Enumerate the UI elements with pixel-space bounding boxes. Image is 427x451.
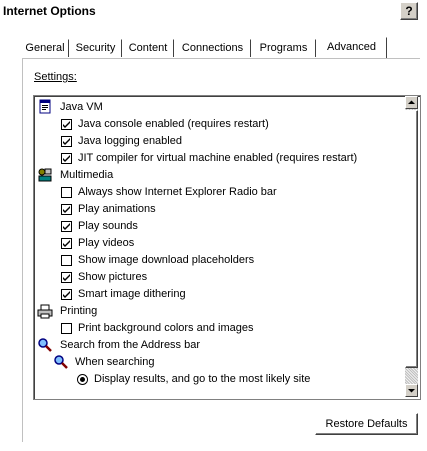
help-button[interactable]: ?: [400, 2, 418, 20]
tab-content[interactable]: Content: [122, 39, 174, 57]
option-label: Show image download placeholders: [78, 254, 255, 266]
checkbox-checked[interactable]: [61, 153, 72, 164]
category-label: Printing: [60, 305, 98, 317]
option-label: Print background colors and images: [78, 322, 254, 334]
vertical-scrollbar[interactable]: [405, 96, 418, 397]
category-label: Multimedia: [60, 169, 114, 181]
option-label: Java console enabled (requires restart): [78, 118, 269, 130]
tab-advanced[interactable]: Advanced: [316, 37, 387, 58]
restore-defaults-button[interactable]: Restore Defaults: [315, 413, 418, 435]
option-label: Play animations: [78, 203, 156, 215]
settings-label-text: Settings:: [34, 71, 77, 83]
checkbox-checked[interactable]: [61, 119, 72, 130]
window-title: Internet Options: [3, 4, 96, 18]
option-label: Play videos: [78, 237, 135, 249]
option-label: JIT compiler for virtual machine enabled…: [78, 152, 358, 164]
scrollbar-thumb[interactable]: [405, 110, 418, 368]
checkbox-checked[interactable]: [61, 272, 72, 283]
option-label: Display results, and go to the most like…: [94, 373, 311, 385]
chevron-up-icon: [408, 100, 415, 104]
radio-selected[interactable]: [77, 374, 88, 385]
checkbox-checked[interactable]: [61, 136, 72, 147]
checkbox-unchecked[interactable]: [61, 187, 72, 198]
tab-security[interactable]: Security: [69, 39, 122, 57]
category-label: Java VM: [60, 101, 103, 113]
checkbox-unchecked[interactable]: [61, 323, 72, 334]
search-icon: [53, 354, 69, 370]
scroll-down-button[interactable]: [405, 384, 418, 397]
multimedia-icon: [37, 167, 53, 183]
checkbox-unchecked[interactable]: [61, 255, 72, 266]
option-label: Smart image dithering: [78, 288, 186, 300]
checkbox-checked[interactable]: [61, 204, 72, 215]
settings-tree[interactable]: Java VM Java console enabled (requires r…: [33, 95, 421, 400]
tab-connections[interactable]: Connections: [174, 39, 251, 57]
scroll-up-button[interactable]: [405, 96, 418, 109]
subcategory-label: When searching: [75, 356, 155, 368]
printer-icon: [37, 303, 53, 319]
checkbox-checked[interactable]: [61, 238, 72, 249]
checkbox-checked[interactable]: [61, 289, 72, 300]
tab-programs[interactable]: Programs: [251, 39, 316, 57]
settings-label: Settings:: [34, 71, 77, 83]
chevron-down-icon: [408, 389, 415, 393]
java-vm-icon: [37, 99, 53, 115]
option-label: Always show Internet Explorer Radio bar: [78, 186, 277, 198]
option-label: Play sounds: [78, 220, 138, 232]
search-icon: [37, 337, 53, 353]
checkbox-checked[interactable]: [61, 221, 72, 232]
tab-general[interactable]: General: [21, 39, 69, 57]
option-label: Show pictures: [78, 271, 148, 283]
option-label: Java logging enabled: [78, 135, 182, 147]
category-label: Search from the Address bar: [60, 339, 201, 351]
